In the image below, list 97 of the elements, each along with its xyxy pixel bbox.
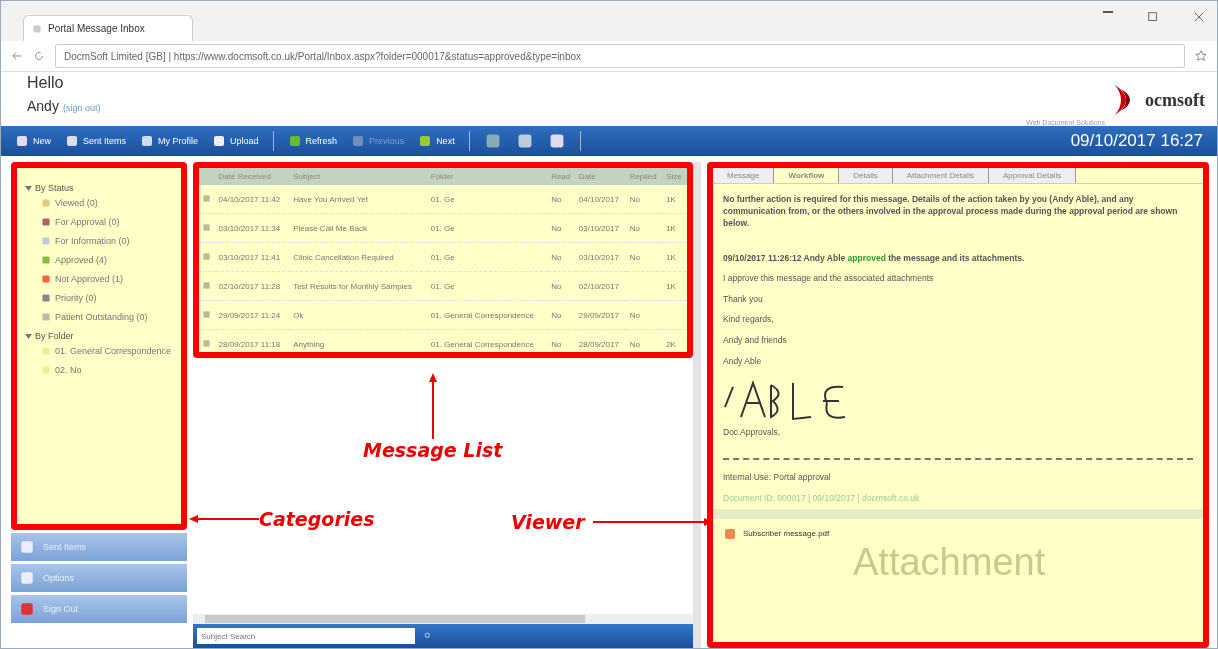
table-cell: 01. General Correspondence xyxy=(427,329,549,352)
toolbar-button[interactable]: Next xyxy=(418,134,455,148)
toolbar-button[interactable]: Refresh xyxy=(287,134,338,148)
category-item[interactable]: 01. General Correspondence xyxy=(41,346,173,356)
message-line: Andy and friends xyxy=(723,335,788,348)
table-cell: No xyxy=(548,271,576,301)
annotation-label: Categories xyxy=(259,508,375,530)
category-item[interactable]: Priority (0) xyxy=(41,293,173,303)
message-line: Andy Able xyxy=(723,356,763,369)
table-cell: 03/10/2017 11:41 xyxy=(215,242,291,272)
table-cell: 1K xyxy=(663,271,687,301)
column-header[interactable]: Date xyxy=(575,168,627,185)
table-cell: 1K xyxy=(663,185,687,214)
maximize-icon xyxy=(1147,11,1159,23)
table-cell: No xyxy=(626,242,664,272)
tab-title: Portal Message Inbox xyxy=(48,23,145,34)
table-cell: 03/10/2017 11:34 xyxy=(215,213,291,243)
table-cell: 29/09/2017 xyxy=(575,300,627,330)
annotation-label: Message List xyxy=(363,439,503,461)
status-paragraph: No further action is required for this message. Details of the action taken by you (Andy Able), and any communication from, or the others involved in the approval process made during the approval period are shown below. xyxy=(723,194,1179,230)
annotation-label: Viewer xyxy=(511,511,585,533)
viewer-tab[interactable]: Attachment Details xyxy=(892,168,989,183)
table-cell: Ok xyxy=(290,300,428,330)
search-icon xyxy=(423,631,433,641)
table-cell: No xyxy=(548,300,576,330)
table-cell: 1K xyxy=(663,242,687,272)
table-cell: 28/09/2017 11:18 xyxy=(215,329,291,352)
scrollbar-thumb[interactable] xyxy=(205,615,585,623)
user-name: Andy xyxy=(27,98,59,114)
table-cell: 28/09/2017 xyxy=(575,329,627,352)
table-cell: 1K xyxy=(663,213,687,243)
table-cell: No xyxy=(548,329,576,352)
table-cell: Clinic Cancellation Required xyxy=(290,242,428,272)
table-cell: 04/10/2017 11:42 xyxy=(215,185,291,214)
star-icon xyxy=(1195,50,1207,62)
category-group[interactable]: By Status xyxy=(35,183,74,193)
logo-text: ocmsoft xyxy=(1145,89,1205,111)
viewer-tab[interactable]: Details xyxy=(839,168,893,183)
category-item[interactable]: Patient Outstanding (0) xyxy=(41,312,173,322)
message-line: I approve this message and the associated attachments xyxy=(723,272,935,285)
greeting: Hello xyxy=(27,74,65,92)
table-cell: 01. Ge xyxy=(427,213,549,243)
message-line: Kind regards, xyxy=(723,314,775,327)
table-cell: Anything xyxy=(290,329,428,352)
toolbar-button[interactable]: My Profile xyxy=(140,134,199,148)
toolbar-button[interactable]: Upload xyxy=(212,134,259,148)
address-bar[interactable]: DocmSoft Limited [GB] | https://www.docmsoft.co.uk/Portal/Inbox.aspx?folder=000017&status=approved&type=inbox xyxy=(55,44,1185,68)
message-line: Thank you xyxy=(723,293,764,306)
arrow-line xyxy=(189,514,259,524)
table-cell: Please Call Me Back xyxy=(290,213,428,243)
table-cell: 03/10/2017 xyxy=(575,242,627,272)
table-cell: No xyxy=(626,185,664,214)
toolbar-button[interactable]: Sent Items xyxy=(65,134,127,148)
table-cell: 01. Ge xyxy=(427,242,549,272)
sign-off: Doc Approvals, xyxy=(723,427,782,439)
table-cell: No xyxy=(626,300,664,330)
expand-toggle-icon[interactable] xyxy=(25,184,32,192)
expand-toggle-icon[interactable] xyxy=(25,332,32,340)
sign-out-link[interactable]: (sign out) xyxy=(62,103,101,113)
back-icon xyxy=(11,50,23,62)
table-cell: No xyxy=(548,185,576,214)
close-icon xyxy=(1193,11,1205,23)
attachment-file[interactable]: Subscriber message.pdf xyxy=(743,529,830,539)
category-group[interactable]: By Folder xyxy=(35,331,74,341)
table-cell: 02/10/2017 xyxy=(575,271,627,301)
category-item[interactable]: 02. No xyxy=(41,365,173,375)
viewer-tab[interactable]: Message xyxy=(713,168,775,183)
table-cell: 02/10/2017 11:28 xyxy=(215,271,291,301)
table-cell: No xyxy=(626,213,664,243)
table-cell: 29/09/2017 11:24 xyxy=(215,300,291,330)
table-cell: 01. Ge xyxy=(427,271,549,301)
category-item[interactable]: For Approval (0) xyxy=(41,217,173,227)
toolbar-button[interactable]: New xyxy=(15,134,51,148)
reload-icon xyxy=(33,50,45,62)
table-cell: No xyxy=(626,329,664,352)
browser-tab[interactable]: Portal Message Inbox xyxy=(23,15,193,41)
search-field[interactable]: Subject Search xyxy=(197,628,415,644)
column-header[interactable]: Folder xyxy=(427,168,549,185)
arrow-line xyxy=(427,373,438,439)
footer-note: Internal Use: Portal approval xyxy=(723,472,832,484)
table-cell: Have You Arrived Yet xyxy=(290,185,428,214)
table-cell: 01. General Correspondence xyxy=(427,300,549,330)
table-cell: 03/10/2017 xyxy=(575,213,627,243)
category-item[interactable]: For Information (0) xyxy=(41,236,173,246)
approval-event: 09/10/2017 11:26:12 Andy Able approved the message and its attachments. xyxy=(723,252,1026,263)
table-cell: No xyxy=(548,213,576,243)
table-cell: 2K xyxy=(663,329,687,352)
viewer-tab[interactable]: Approval Details xyxy=(988,168,1077,183)
table-cell: 01. Ge xyxy=(427,185,549,214)
attachment-watermark: Attachment xyxy=(853,540,1047,584)
table-cell: 04/10/2017 xyxy=(575,185,627,214)
category-item[interactable]: Approved (4) xyxy=(41,255,173,265)
table-cell: Test Results for Monthly Samples xyxy=(290,271,428,301)
table-cell: No xyxy=(548,242,576,272)
date-time: 09/10/2017 16:27 xyxy=(1070,131,1203,151)
category-item[interactable]: Viewed (0) xyxy=(41,198,173,208)
category-item[interactable]: Not Approved (1) xyxy=(41,274,173,284)
